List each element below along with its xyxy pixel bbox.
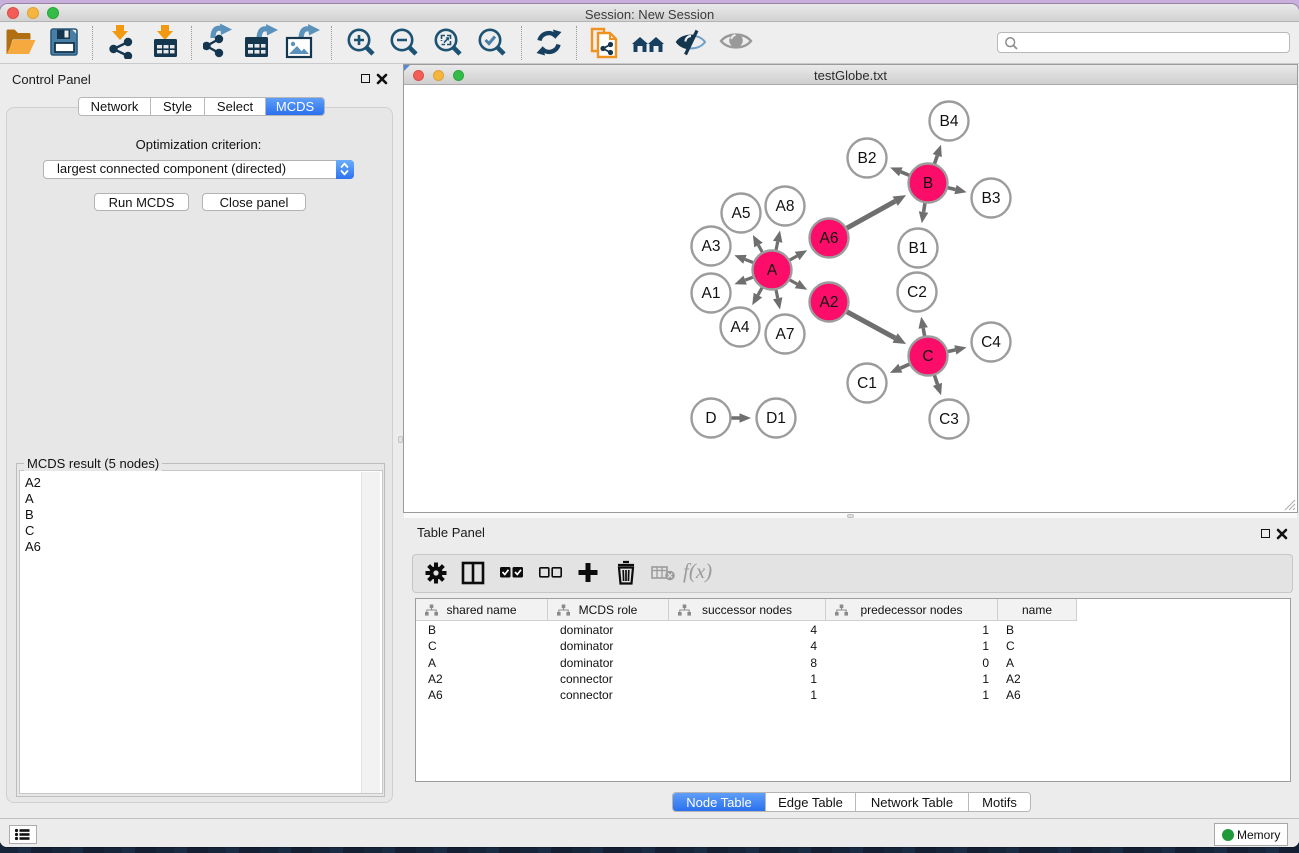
svg-text:D: D xyxy=(705,410,716,427)
svg-text:A5: A5 xyxy=(732,205,751,222)
svg-text:B2: B2 xyxy=(858,150,877,167)
svg-text:A1: A1 xyxy=(702,285,721,302)
svg-text:C: C xyxy=(922,348,933,365)
svg-text:A6: A6 xyxy=(820,230,839,247)
svg-text:B: B xyxy=(923,175,933,192)
svg-text:A4: A4 xyxy=(731,319,750,336)
svg-text:A8: A8 xyxy=(776,198,795,215)
svg-text:C3: C3 xyxy=(939,411,959,428)
svg-text:B4: B4 xyxy=(940,113,959,130)
svg-text:A7: A7 xyxy=(776,326,795,343)
svg-text:D1: D1 xyxy=(766,410,786,427)
svg-text:B3: B3 xyxy=(982,190,1001,207)
svg-text:A2: A2 xyxy=(820,294,839,311)
svg-text:C4: C4 xyxy=(981,334,1001,351)
svg-text:C1: C1 xyxy=(857,375,877,392)
svg-text:A3: A3 xyxy=(702,238,721,255)
svg-text:C2: C2 xyxy=(907,284,927,301)
svg-text:B1: B1 xyxy=(909,240,928,257)
svg-text:A: A xyxy=(767,262,778,279)
